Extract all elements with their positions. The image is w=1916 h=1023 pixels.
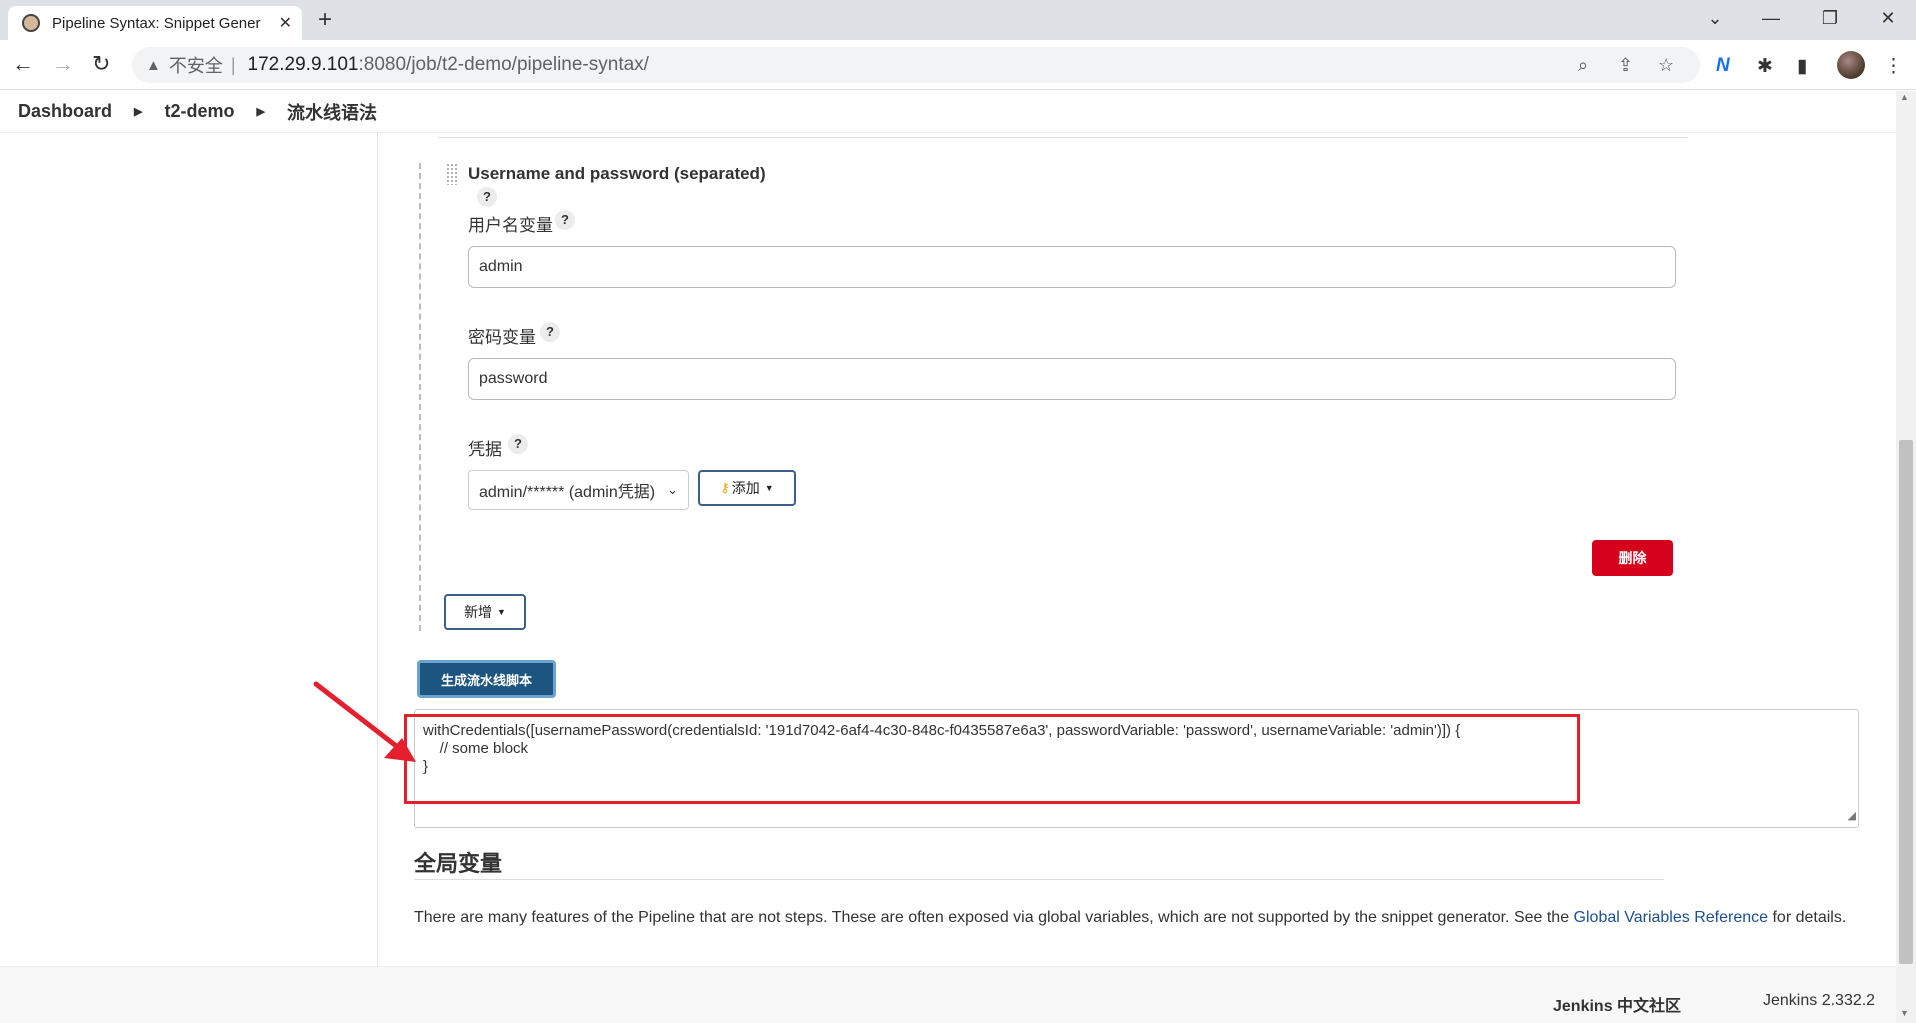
tab-title: Pipeline Syntax: Snippet Gener: [52, 14, 261, 32]
profile-avatar[interactable]: [1837, 51, 1865, 79]
window-close-icon[interactable]: ✕: [1876, 8, 1900, 29]
dropdown-caret-icon: ▼: [497, 607, 506, 617]
footer-community-link[interactable]: Jenkins 中文社区: [1553, 992, 1681, 1016]
binding-help-icon[interactable]: ?: [477, 187, 497, 207]
breadcrumb-caret-icon[interactable]: ▶: [257, 105, 265, 118]
add-button-label: 添加: [731, 480, 760, 496]
tab-close-icon[interactable]: ✕: [279, 13, 292, 33]
browser-tab[interactable]: Pipeline Syntax: Snippet Gener ✕: [8, 6, 302, 40]
add-credentials-button[interactable]: ⚷ 添加 ▼: [698, 470, 796, 506]
global-variables-text: There are many features of the Pipeline …: [414, 909, 1574, 926]
scroll-down-arrow-icon[interactable]: ▼: [1900, 1008, 1909, 1018]
side-panel: [0, 133, 378, 966]
menu-kebab-icon[interactable]: ⋮: [1884, 55, 1903, 78]
divider: [438, 137, 1688, 138]
credentials-label: 凭据: [468, 440, 502, 459]
password-help-icon[interactable]: ?: [540, 322, 560, 342]
share-icon[interactable]: ⇪: [1618, 55, 1633, 76]
credentials-select[interactable]: admin/****** (admin凭据) ⌄: [468, 470, 689, 510]
page-footer: Jenkins 中文社区 Jenkins 2.332.2: [0, 966, 1896, 1023]
chevron-down-icon: ⌄: [667, 482, 678, 497]
scrollbar-thumb[interactable]: [1899, 440, 1913, 964]
footer-version-link[interactable]: Jenkins 2.332.2: [1763, 992, 1875, 1010]
scroll-up-arrow-icon[interactable]: ▲: [1900, 92, 1909, 102]
global-variables-description: There are many features of the Pipeline …: [414, 909, 1846, 927]
insecure-label: 不安全: [168, 56, 223, 76]
credentials-selected-value: admin/****** (admin凭据): [479, 484, 656, 501]
extensions-puzzle-icon[interactable]: ✱: [1757, 55, 1773, 78]
minimize-icon[interactable]: —: [1759, 8, 1783, 29]
annotation-arrow-icon: [313, 681, 416, 762]
divider: [414, 879, 1664, 880]
browser-tab-bar: Pipeline Syntax: Snippet Gener ✕ + ⌄ — ❐…: [0, 0, 1916, 40]
delete-button[interactable]: 删除: [1592, 540, 1673, 576]
username-variable-label: 用户名变量: [468, 216, 553, 235]
back-icon[interactable]: ←: [12, 52, 34, 76]
generate-pipeline-script-button[interactable]: 生成流水线脚本: [417, 660, 556, 698]
global-variables-reference-link[interactable]: Global Variables Reference: [1574, 909, 1768, 926]
new-tab-button[interactable]: +: [318, 8, 332, 32]
restore-icon[interactable]: ❐: [1818, 8, 1842, 29]
warning-icon: ▲: [146, 56, 161, 74]
url-host: 172.29.9.101: [247, 54, 359, 75]
global-variables-heading: 全局变量: [414, 851, 503, 876]
password-variable-input[interactable]: [468, 358, 1676, 400]
breadcrumb-dashboard[interactable]: Dashboard: [18, 101, 112, 122]
add-binding-button[interactable]: 新增 ▼: [444, 594, 526, 630]
url-path: :8080/job/t2-demo/pipeline-syntax/: [358, 54, 649, 75]
bookmark-star-icon[interactable]: ☆: [1658, 55, 1674, 76]
highlight-annotation-box: [404, 714, 1580, 804]
browser-toolbar: ← → ↻ ▲ 不安全 | 172.29.9.101 :8080/job/t2-…: [0, 40, 1916, 90]
breadcrumb: Dashboard ▶ t2-demo ▶ 流水线语法: [0, 91, 1896, 133]
username-variable-input[interactable]: [468, 246, 1676, 288]
tab-search-chevron-icon[interactable]: ⌄: [1703, 8, 1727, 29]
password-variable-label: 密码变量: [468, 328, 536, 347]
extension-n-icon[interactable]: N: [1716, 55, 1730, 77]
zoom-icon[interactable]: ⌕: [1578, 55, 1588, 76]
address-separator: |: [230, 54, 236, 75]
page-content: Username and password (separated) ? 用户名变…: [0, 133, 1896, 966]
breadcrumb-job[interactable]: t2-demo: [165, 101, 235, 122]
global-variables-text-end: for details.: [1768, 909, 1847, 926]
username-help-icon[interactable]: ?: [555, 210, 575, 230]
jenkins-favicon-icon: [22, 14, 40, 32]
dropdown-caret-icon: ▼: [764, 483, 774, 493]
breadcrumb-caret-icon[interactable]: ▶: [134, 105, 142, 118]
reload-icon[interactable]: ↻: [92, 52, 110, 76]
credentials-help-icon[interactable]: ?: [508, 434, 528, 454]
binding-title: Username and password (separated): [468, 164, 766, 183]
breadcrumb-pipeline-syntax[interactable]: 流水线语法: [287, 99, 377, 125]
binding-dashed-border: [419, 163, 421, 631]
side-panel-icon[interactable]: ▮: [1797, 55, 1807, 78]
new-button-label: 新增: [464, 604, 493, 620]
forward-icon[interactable]: →: [52, 52, 74, 76]
drag-handle-icon[interactable]: [446, 163, 458, 185]
key-icon: ⚷: [720, 480, 730, 495]
address-bar[interactable]: ▲ 不安全 | 172.29.9.101 :8080/job/t2-demo/p…: [132, 47, 1700, 83]
resize-handle-icon[interactable]: ◢: [1848, 807, 1856, 825]
